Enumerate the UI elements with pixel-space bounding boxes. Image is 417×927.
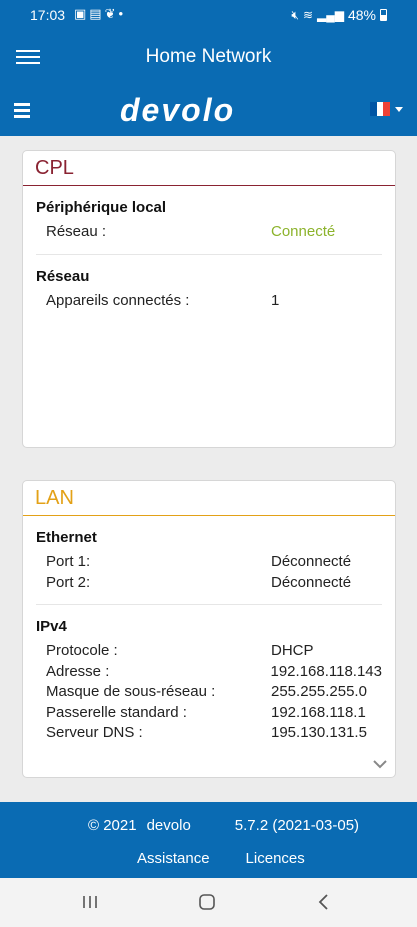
divider xyxy=(36,253,382,255)
network-status-row: Réseau : Connecté xyxy=(36,222,382,243)
devolo-logo: devolo xyxy=(120,92,236,128)
app-title: Home Network xyxy=(145,46,272,67)
row-label: Masque de sous-réseau : xyxy=(46,683,216,700)
cpl-card: CPL Périphérique local Réseau : Connecté… xyxy=(22,150,396,448)
status-time: 17:03 xyxy=(30,7,66,23)
image-icon: ▣ xyxy=(74,6,90,21)
mute-icon: 🔇︎ xyxy=(291,7,299,22)
divider xyxy=(36,604,382,605)
status-bar: 17:03 ▣▤❦• 🔇︎ ≋ ▂▄▆ 48% xyxy=(0,0,417,30)
row-value: 192.168.118.1 xyxy=(271,703,366,721)
sidebar-menu-icon[interactable] xyxy=(14,100,30,120)
notification-icons: ▣▤❦• xyxy=(74,6,126,22)
tv-icon: ▤ xyxy=(89,6,105,21)
row-label: Port 1: xyxy=(46,553,91,570)
row-label: Appareils connectés : xyxy=(46,291,190,309)
cpl-card-title: CPL xyxy=(23,151,395,186)
licenses-link[interactable]: Licences xyxy=(246,850,305,867)
row-label: Protocole : xyxy=(46,642,118,659)
footer: © 2021 devolo 5.7.2 (2021-03-05) Assista… xyxy=(0,802,417,878)
row-label: Port 2: xyxy=(46,573,91,591)
system-navigation-bar xyxy=(0,878,417,927)
row-value: Déconnecté xyxy=(271,553,352,570)
row-value: 192.168.118.143 xyxy=(270,662,383,680)
port1-row: Port 1: Déconnecté xyxy=(36,552,382,573)
port2-row: Port 2: Déconnecté xyxy=(36,573,382,594)
local-device-heading: Périphérique local xyxy=(36,199,167,216)
subnet-mask-row: Masque de sous-réseau : 255.255.255.0 xyxy=(36,682,382,703)
ethernet-heading: Ethernet xyxy=(36,529,97,546)
row-value: 255.255.255.0 xyxy=(271,683,367,700)
lan-card: LAN Ethernet Port 1: Déconnecté Port 2: … xyxy=(22,480,396,778)
app-bar: Home Network xyxy=(0,30,417,86)
system-status: 🔇︎ ≋ ▂▄▆ 48% xyxy=(291,7,387,23)
row-label: Adresse : xyxy=(46,662,110,680)
french-flag-icon xyxy=(370,102,391,116)
wifi-icon: ≋ xyxy=(302,8,313,22)
ipv4-heading: IPv4 xyxy=(36,618,67,635)
row-label: Passerelle standard : xyxy=(46,703,187,721)
chevron-down-icon[interactable] xyxy=(373,759,387,769)
recent-apps-icon[interactable] xyxy=(78,890,102,914)
connection-status: Connecté xyxy=(271,223,336,240)
address-row: Adresse : 192.168.118.143 xyxy=(36,662,382,683)
row-label: Réseau : xyxy=(46,223,107,240)
brand-bar: devolo xyxy=(0,86,417,136)
row-label: Serveur DNS : xyxy=(46,724,143,741)
support-link[interactable]: Assistance xyxy=(137,850,210,867)
copyright: © 2021 xyxy=(88,817,137,834)
dot-icon: • xyxy=(118,6,127,21)
protocol-row: Protocole : DHCP xyxy=(36,641,382,662)
signal-icon: ▂▄▆ xyxy=(317,8,344,22)
connected-devices-row: Appareils connectés : 1 xyxy=(36,291,382,312)
back-icon[interactable] xyxy=(312,890,336,914)
dns-server-row: Serveur DNS : 195.130.131.5 xyxy=(36,723,382,744)
gateway-row: Passerelle standard : 192.168.118.1 xyxy=(36,703,382,724)
home-icon[interactable] xyxy=(195,890,219,914)
app-version: 5.7.2 (2021-03-05) xyxy=(234,817,360,834)
company-name: devolo xyxy=(146,817,191,834)
battery-percent: 48% xyxy=(347,7,376,23)
network-heading: Réseau xyxy=(36,267,90,285)
battery-icon xyxy=(380,9,387,21)
row-value: DHCP xyxy=(271,642,314,659)
leaf-icon: ❦ xyxy=(104,6,119,21)
row-value: 195.130.131.5 xyxy=(271,724,367,741)
row-value: 1 xyxy=(271,291,280,309)
row-value: Déconnecté xyxy=(271,573,352,591)
lan-card-title: LAN xyxy=(23,481,395,516)
dropdown-caret-icon xyxy=(395,106,403,112)
language-selector[interactable] xyxy=(370,102,403,116)
